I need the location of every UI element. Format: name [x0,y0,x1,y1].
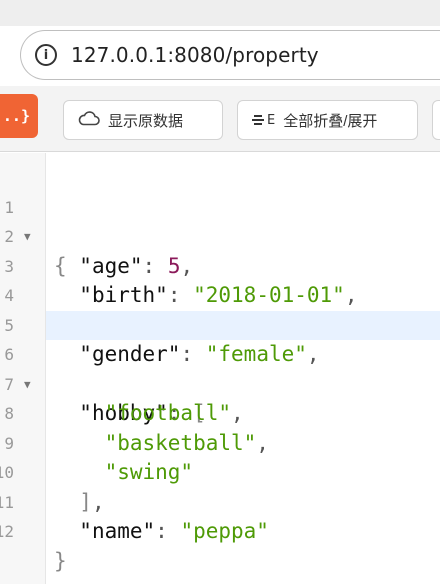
code-line: 6 ▼ "hobby": [ [0,311,440,425]
code-line: 7 "football", [0,340,440,426]
json-key: "name" [79,519,156,543]
code-line: 12 } [0,488,440,573]
json-string: "peppa" [180,519,269,543]
code-line: 1 ▼ { [0,163,440,278]
show-raw-label: 显示原数据 [108,112,184,130]
address-bar[interactable]: i 127.0.0.1:8080/property [20,30,440,80]
fold-all-button[interactable]: E 全部折叠/展开 [237,100,418,140]
code-line: 2 "age": 5, [0,193,440,278]
site-info-icon[interactable]: i [35,44,57,66]
fold-icon-letter: E [267,112,276,128]
code-line: 3 "birth": "2018-01-01", [0,222,440,308]
close-brace: } [54,548,67,573]
url-text[interactable]: 127.0.0.1:8080/property [71,43,319,67]
code-line: 9 "swing" [0,399,440,485]
line-number: 12 [0,522,14,541]
code-line: 10 ], [0,429,440,514]
json-logo-button[interactable]: {...} [0,94,38,138]
json-code-view: 1 ▼ { 2 "age": 5, 3 "birth": "2018-01-01… [0,153,440,584]
fold-lines-icon: E [252,113,275,128]
tab-strip [0,0,440,26]
json-viewer-toolbar: {...} 显示原数据 E 全部折叠/展开 [0,86,440,152]
code-line: 11 "name": "peppa" [0,458,440,544]
code-line: 5 "gender": "female", [0,281,440,367]
toolbar-overflow-button[interactable] [432,100,440,140]
code-line: 4 "computer": false, [0,252,440,337]
code-line: 8 "basketball", [0,370,440,455]
fold-all-label: 全部折叠/展开 [283,112,378,130]
cloud-icon [78,110,100,130]
show-raw-button[interactable]: 显示原数据 [63,100,223,140]
